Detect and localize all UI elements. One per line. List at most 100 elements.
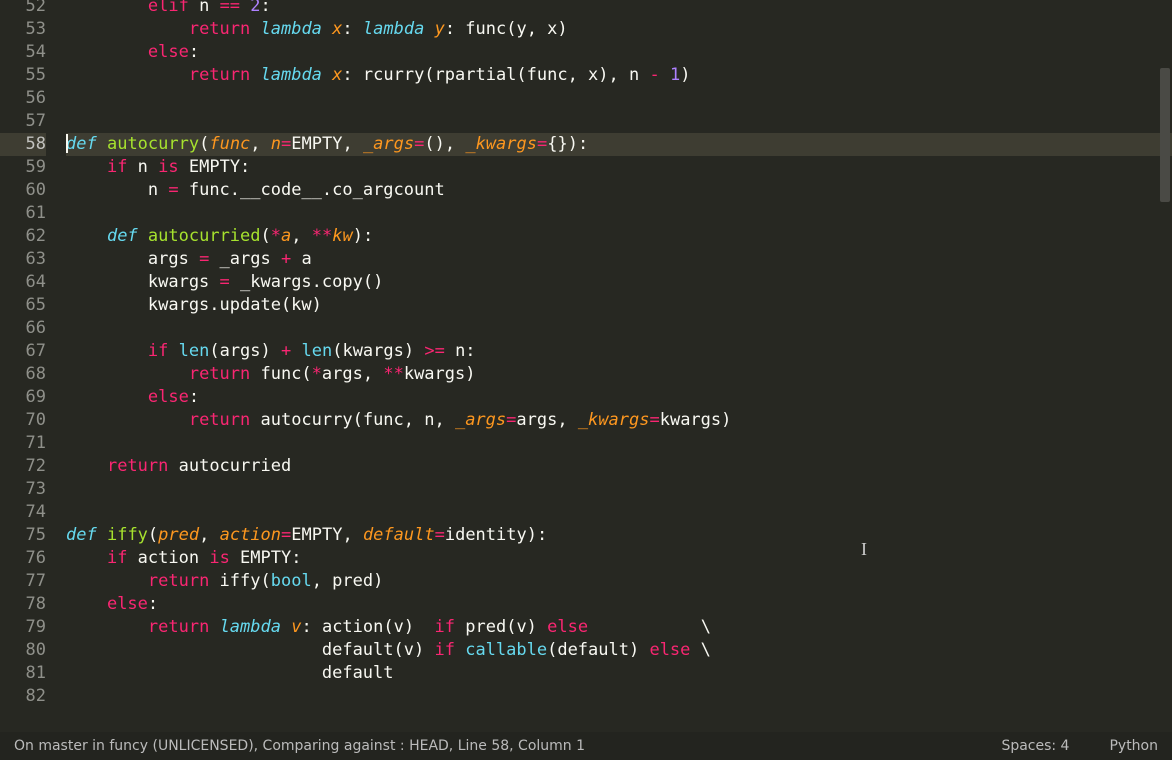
- token: ,: [291, 226, 311, 246]
- line-number[interactable]: 65: [0, 294, 46, 317]
- line-number[interactable]: 66: [0, 317, 46, 340]
- code-line[interactable]: default: [66, 662, 1172, 685]
- line-number[interactable]: 68: [0, 363, 46, 386]
- code-line[interactable]: n = func.__code__.co_argcount: [66, 179, 1172, 202]
- token: ):: [353, 226, 373, 246]
- status-spaces[interactable]: Spaces: 4: [1001, 735, 1069, 758]
- code-line[interactable]: elif n == 2:: [66, 0, 1172, 18]
- line-number[interactable]: 77: [0, 570, 46, 593]
- token: autocurried: [168, 456, 291, 476]
- token: EMPTY:: [230, 548, 302, 568]
- line-number[interactable]: 63: [0, 248, 46, 271]
- vertical-scrollbar[interactable]: [1158, 0, 1172, 732]
- line-number[interactable]: 78: [0, 593, 46, 616]
- code-line[interactable]: kwargs = _kwargs.copy(): [66, 271, 1172, 294]
- code-line[interactable]: else:: [66, 41, 1172, 64]
- code-line[interactable]: [66, 202, 1172, 225]
- token: default: [363, 525, 435, 545]
- code-area[interactable]: 5152535455565758596061626364656667686970…: [0, 0, 1172, 732]
- token: :: [189, 42, 199, 62]
- token: [66, 410, 189, 430]
- code-content[interactable]: return func elif n == 2: return lambda x…: [54, 0, 1172, 732]
- code-line[interactable]: def autocurry(func, n=EMPTY, _args=(), _…: [66, 133, 1172, 156]
- code-line[interactable]: if action is EMPTY:: [66, 547, 1172, 570]
- status-language[interactable]: Python: [1109, 735, 1158, 758]
- line-number-gutter[interactable]: 5152535455565758596061626364656667686970…: [0, 0, 54, 732]
- line-number[interactable]: 59: [0, 156, 46, 179]
- line-number[interactable]: 74: [0, 501, 46, 524]
- token: _kwargs: [465, 134, 537, 154]
- token: return: [148, 571, 209, 591]
- line-number[interactable]: 70: [0, 409, 46, 432]
- line-number[interactable]: 60: [0, 179, 46, 202]
- code-line[interactable]: if len(args) + len(kwargs) >= n:: [66, 340, 1172, 363]
- token: [66, 226, 107, 246]
- token: [66, 548, 107, 568]
- token: [281, 617, 291, 637]
- token: EMPTY:: [179, 157, 251, 177]
- line-number[interactable]: 52: [0, 0, 46, 18]
- code-line[interactable]: [66, 501, 1172, 524]
- code-line[interactable]: def autocurried(*a, **kw):: [66, 225, 1172, 248]
- token: a: [281, 226, 291, 246]
- token: else: [148, 42, 189, 62]
- line-number[interactable]: 81: [0, 662, 46, 685]
- line-number[interactable]: 75: [0, 524, 46, 547]
- token: elif: [148, 0, 189, 16]
- line-number[interactable]: 73: [0, 478, 46, 501]
- code-line[interactable]: return lambda x: rcurry(rpartial(func, x…: [66, 64, 1172, 87]
- line-number[interactable]: 62: [0, 225, 46, 248]
- token: ==: [220, 0, 240, 16]
- code-line[interactable]: [66, 317, 1172, 340]
- code-line[interactable]: return autocurried: [66, 455, 1172, 478]
- line-number[interactable]: 69: [0, 386, 46, 409]
- line-number[interactable]: 82: [0, 685, 46, 708]
- token: [168, 341, 178, 361]
- code-line[interactable]: args = _args + a: [66, 248, 1172, 271]
- token: action: [127, 548, 209, 568]
- line-number[interactable]: 71: [0, 432, 46, 455]
- line-number[interactable]: 61: [0, 202, 46, 225]
- token: n:: [445, 341, 476, 361]
- code-line[interactable]: return autocurry(func, n, _args=args, _k…: [66, 409, 1172, 432]
- code-line[interactable]: kwargs.update(kw): [66, 294, 1172, 317]
- token: (args): [209, 341, 281, 361]
- scrollbar-thumb[interactable]: [1160, 68, 1170, 202]
- token: autocurried: [148, 226, 261, 246]
- code-line[interactable]: else:: [66, 593, 1172, 616]
- code-line[interactable]: [66, 432, 1172, 455]
- line-number[interactable]: 67: [0, 340, 46, 363]
- code-line[interactable]: [66, 110, 1172, 133]
- line-number[interactable]: 57: [0, 110, 46, 133]
- code-line[interactable]: if n is EMPTY:: [66, 156, 1172, 179]
- token: =: [281, 525, 291, 545]
- line-number[interactable]: 76: [0, 547, 46, 570]
- code-line[interactable]: return iffy(bool, pred): [66, 570, 1172, 593]
- line-number[interactable]: 80: [0, 639, 46, 662]
- code-line[interactable]: return lambda x: lambda y: func(y, x): [66, 18, 1172, 41]
- token: n: [271, 134, 281, 154]
- token: autocurry: [107, 134, 199, 154]
- line-number[interactable]: 72: [0, 455, 46, 478]
- code-line[interactable]: [66, 87, 1172, 110]
- line-number[interactable]: 54: [0, 41, 46, 64]
- code-line[interactable]: [66, 478, 1172, 501]
- code-line[interactable]: default(v) if callable(default) else \: [66, 639, 1172, 662]
- line-number[interactable]: 79: [0, 616, 46, 639]
- line-number[interactable]: 55: [0, 64, 46, 87]
- line-number[interactable]: 58: [0, 133, 46, 156]
- code-line[interactable]: return func(*args, **kwargs): [66, 363, 1172, 386]
- token: [322, 65, 332, 85]
- line-number[interactable]: 56: [0, 87, 46, 110]
- code-line[interactable]: [66, 685, 1172, 708]
- code-line[interactable]: return lambda v: action(v) if pred(v) el…: [66, 616, 1172, 639]
- token: =: [649, 410, 659, 430]
- line-number[interactable]: 53: [0, 18, 46, 41]
- code-line[interactable]: def iffy(pred, action=EMPTY, default=ide…: [66, 524, 1172, 547]
- token: >=: [424, 341, 444, 361]
- code-line[interactable]: else:: [66, 386, 1172, 409]
- token: len: [302, 341, 333, 361]
- line-number[interactable]: 64: [0, 271, 46, 294]
- token: [66, 571, 148, 591]
- token: _args: [209, 249, 281, 269]
